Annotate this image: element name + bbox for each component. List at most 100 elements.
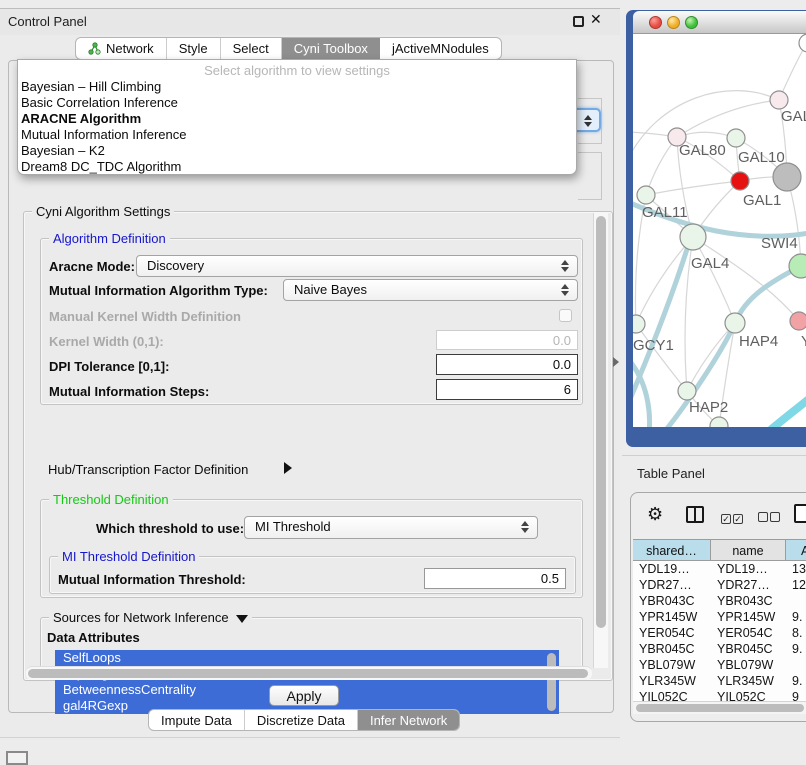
network-canvas[interactable]: GALGAL80GAL10GAL1GAL11GAL4SWI4GCY1HAP4YH… (633, 34, 806, 427)
sash-collapse-arrow-icon[interactable] (613, 357, 619, 367)
node-label: GAL (781, 108, 806, 125)
table-column-header[interactable]: A (786, 540, 806, 560)
network-icon (88, 42, 101, 55)
float-window-icon[interactable] (573, 16, 584, 27)
node-hap2[interactable] (678, 382, 696, 400)
tab-infer-network[interactable]: Infer Network (358, 710, 459, 730)
aracne-mode-select[interactable]: Discovery (136, 255, 578, 277)
table-row[interactable]: YPR145WYPR145W9. (633, 609, 806, 625)
hub-definition-label[interactable]: Hub/Transcription Factor Definition (48, 462, 248, 477)
algorithm-option[interactable]: Dream8 DC_TDC Algorithm (18, 159, 576, 175)
table-cell: YDR27… (633, 577, 711, 593)
mi-threshold-field[interactable]: 0.5 (424, 568, 566, 589)
algorithm-definition-title: Algorithm Definition (49, 231, 170, 246)
algorithm-option[interactable]: ARACNE Algorithm (18, 111, 576, 127)
settings-horizontal-scrollbar[interactable] (26, 666, 592, 680)
columns-view-icon[interactable] (686, 506, 704, 523)
tab-network[interactable]: Network (76, 38, 167, 59)
algorithm-option[interactable]: Mutual Information Inference (18, 127, 576, 143)
algorithm-option[interactable]: Bayesian – Hill Climbing (18, 79, 576, 95)
apply-button[interactable]: Apply (269, 685, 339, 706)
table-horizontal-scrollbar[interactable] (633, 701, 806, 714)
table-cell: YBR043C (633, 593, 711, 609)
network-edge[interactable] (693, 237, 735, 323)
table-cell: 9. (786, 609, 806, 625)
table-cell (786, 593, 806, 609)
mi-algorithm-type-select[interactable]: Naive Bayes (283, 279, 578, 301)
attributes-scrollbar-thumb[interactable] (547, 653, 556, 711)
close-icon[interactable]: ✕ (590, 12, 602, 28)
table-row[interactable]: YBR043CYBR043C (633, 593, 806, 609)
threshold-definition-group: Threshold Definition Which threshold to … (40, 499, 583, 598)
algorithm-combobox-arrow-fragment[interactable] (575, 108, 601, 132)
zoom-traffic-light-icon[interactable] (685, 16, 698, 29)
node-gray[interactable] (773, 163, 801, 191)
manual-kernel-width-checkbox[interactable] (559, 309, 572, 322)
file-icon[interactable] (794, 504, 806, 523)
data-attribute-item[interactable]: SelfLoops (55, 650, 559, 666)
node-gal4[interactable] (680, 224, 706, 250)
tab-impute-data-label: Impute Data (161, 713, 232, 728)
bottom-tabstrip: Impute Data Discretize Data Infer Networ… (148, 709, 460, 731)
sources-collapse-icon[interactable] (236, 615, 248, 623)
dpi-tolerance-field[interactable]: 0.0 (436, 354, 578, 375)
tab-cyni-toolbox[interactable]: Cyni Toolbox (282, 38, 380, 59)
algorithm-dropdown-popup: Select algorithm to view settings Bayesi… (17, 59, 577, 175)
network-window-titlebar[interactable] (633, 11, 806, 34)
table-row[interactable]: YER054CYER054C8. (633, 625, 806, 641)
table-column-header[interactable]: shared… (633, 540, 711, 560)
node-gal10[interactable] (727, 129, 745, 147)
settings-horizontal-scrollbar-thumb[interactable] (28, 669, 588, 678)
threshold-definition-title: Threshold Definition (49, 492, 173, 507)
table-cell: YDL19… (633, 561, 711, 577)
node-table[interactable]: shared…nameA YDL19…YDL19…13YDR27…YDR27…1… (633, 539, 806, 705)
table-cell: 12 (786, 577, 806, 593)
minimized-panel-icon[interactable] (6, 751, 28, 765)
close-traffic-light-icon[interactable] (649, 16, 662, 29)
table-row[interactable]: YDR27…YDR27…12 (633, 577, 806, 593)
table-horizontal-scrollbar-thumb[interactable] (636, 704, 804, 712)
node-gcy1[interactable] (633, 315, 645, 333)
hub-expand-icon[interactable] (284, 462, 292, 474)
node-hap4[interactable] (725, 313, 745, 333)
table-cell (786, 657, 806, 673)
gear-icon[interactable]: ⚙ (647, 504, 663, 525)
network-edge[interactable] (646, 137, 677, 195)
table-row[interactable]: YDL19…YDL19…13 (633, 561, 806, 577)
which-threshold-select[interactable]: MI Threshold (244, 516, 538, 539)
tab-jactivemnodules[interactable]: jActiveMNodules (380, 38, 501, 59)
deselect-all-checkboxes-icon[interactable] (758, 509, 780, 527)
table-row[interactable]: YLR345WYLR345W9. (633, 673, 806, 689)
table-row[interactable]: YBL079WYBL079W (633, 657, 806, 673)
node-gal7[interactable] (770, 91, 788, 109)
algorithm-option[interactable]: Basic Correlation Inference (18, 95, 576, 111)
algorithm-option[interactable]: Bayesian – K2 (18, 143, 576, 159)
network-edge[interactable] (753, 386, 806, 427)
table-cell: YPR145W (711, 609, 786, 625)
which-threshold-label: Which threshold to use: (96, 521, 244, 536)
settings-vertical-scrollbar-thumb[interactable] (596, 216, 606, 628)
aracne-mode-value: Discovery (147, 258, 204, 273)
node-bottom-partial[interactable] (710, 417, 728, 427)
select-all-checkboxes-icon[interactable]: ✓✓ (721, 509, 743, 527)
tab-discretize-data[interactable]: Discretize Data (245, 710, 358, 730)
tab-select[interactable]: Select (221, 38, 282, 59)
table-row[interactable]: YBR045CYBR045C9. (633, 641, 806, 657)
table-column-header[interactable]: name (711, 540, 786, 560)
node-salmon[interactable] (790, 312, 806, 330)
node-gal1[interactable] (731, 172, 749, 190)
mi-steps-field[interactable]: 6 (436, 379, 578, 400)
network-edge[interactable] (677, 100, 779, 137)
node-swi4[interactable] (789, 254, 806, 278)
node-top-partial[interactable] (799, 34, 806, 52)
settings-vertical-scrollbar[interactable] (593, 213, 608, 668)
minimize-traffic-light-icon[interactable] (667, 16, 680, 29)
node-gal11[interactable] (637, 186, 655, 204)
tab-style[interactable]: Style (167, 38, 221, 59)
network-view-window: GALGAL80GAL10GAL1GAL11GAL4SWI4GCY1HAP4YH… (626, 10, 806, 447)
algorithm-definition-group: Algorithm Definition Aracne Mode: Discov… (40, 238, 583, 405)
node-label: GAL80 (679, 142, 726, 159)
kernel-width-field[interactable]: 0.0 (436, 330, 578, 350)
network-edge[interactable] (646, 181, 740, 195)
tab-impute-data[interactable]: Impute Data (149, 710, 245, 730)
